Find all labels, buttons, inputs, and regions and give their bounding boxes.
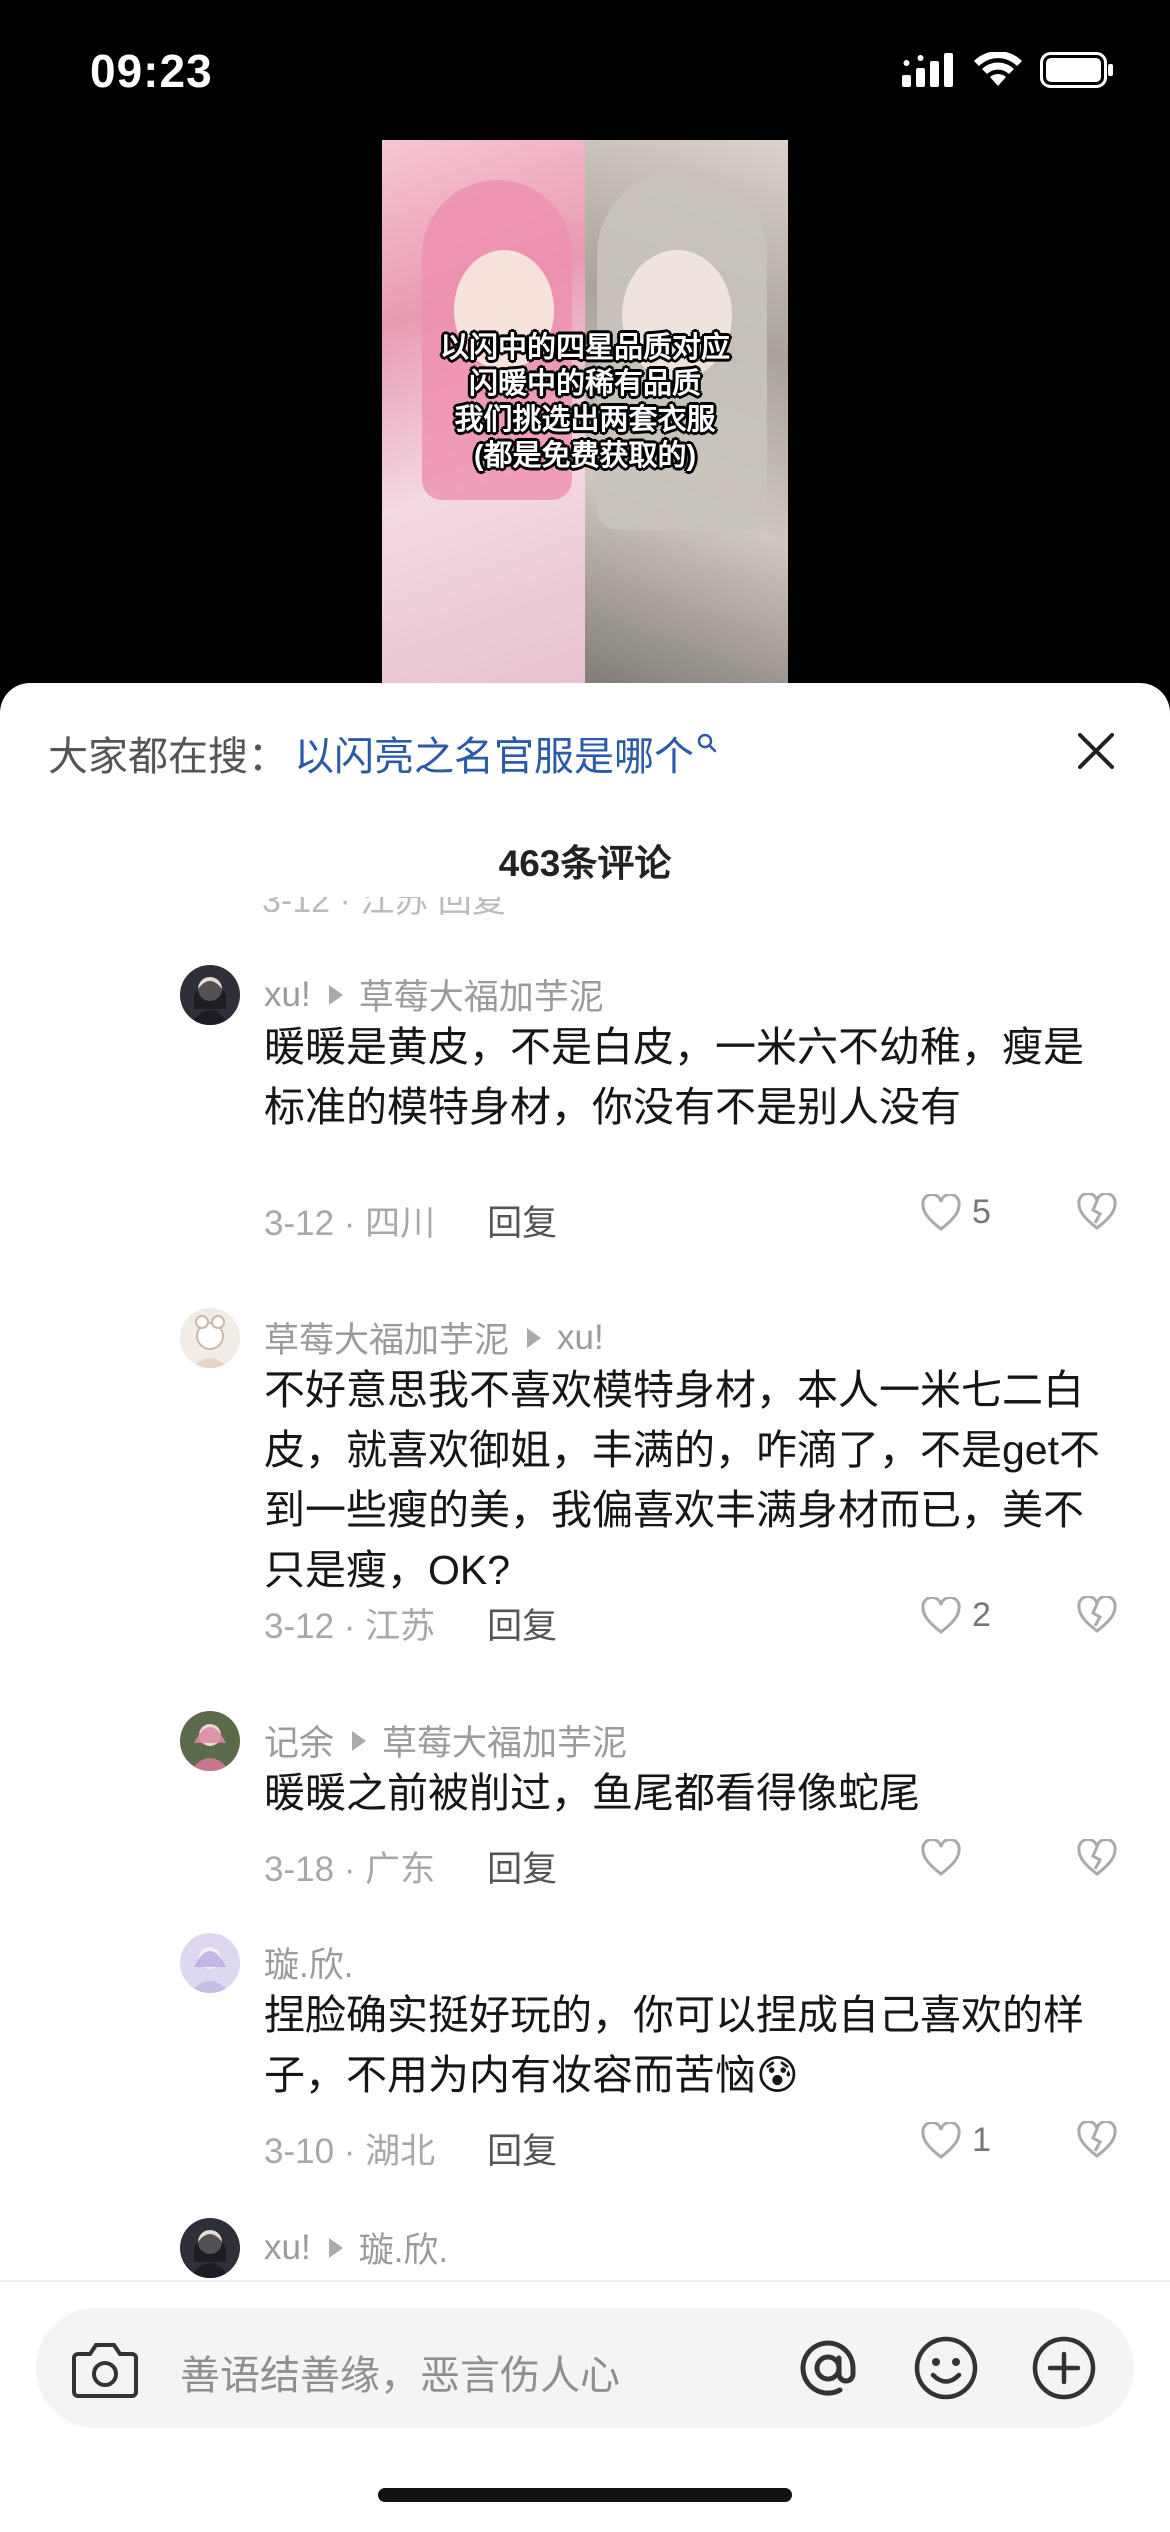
clipped-comment-meta: 3-12 · 江苏 回复 bbox=[262, 897, 1162, 921]
search-icon bbox=[697, 733, 717, 753]
comment-count-title: 463条评论 bbox=[498, 843, 672, 884]
author-name[interactable]: 记余 bbox=[264, 1715, 334, 1766]
avatar-image bbox=[180, 1308, 240, 1368]
author-line: 草莓大福加芋泥 xu! bbox=[264, 1312, 604, 1363]
comment-meta: 3-18 · 广东 回复 bbox=[264, 1841, 557, 1892]
like-button[interactable]: 2 bbox=[920, 1596, 991, 1635]
video-thumbnail[interactable]: 以闪中的四星品质对应 闪暖中的稀有品质 我们挑选出两套衣服 (都是免费获取的) bbox=[382, 140, 788, 690]
author-name[interactable]: 草莓大福加芋泥 bbox=[264, 1312, 509, 1363]
caption-line: 闪暖中的稀有品质 bbox=[468, 368, 701, 400]
battery-icon bbox=[1040, 52, 1113, 88]
comments-sheet: 大家都在搜： 以闪亮之名官服是哪个 463条评论 3-12 · 江苏 回复 xu… bbox=[0, 683, 1170, 2532]
avatar-image bbox=[180, 2218, 240, 2278]
avatar[interactable] bbox=[180, 965, 240, 1025]
comment-date-location: 3-18 · 广东 bbox=[264, 1850, 436, 1889]
trending-search[interactable]: 大家都在搜： 以闪亮之名官服是哪个 bbox=[48, 723, 718, 783]
comment-text: 不好意思我不喜欢模特身材，本人一米七二白皮，就喜欢御姐，丰满的，咋滴了，不是ge… bbox=[264, 1367, 1100, 1593]
video-caption: 以闪中的四星品质对应 闪暖中的稀有品质 我们挑选出两套衣服 (都是免费获取的) bbox=[382, 330, 788, 474]
avatar-image bbox=[180, 1711, 240, 1771]
like-count: 1 bbox=[972, 2121, 991, 2159]
author-name[interactable]: 璇.欣. bbox=[264, 1937, 353, 1988]
comment-date-location: 3-10 · 湖北 bbox=[264, 2132, 436, 2171]
status-icons bbox=[902, 52, 1114, 88]
avatar-image bbox=[180, 1933, 240, 1993]
comment-text: 暖暖是黄皮，不是白皮，一米六不幼稚，瘦是标准的模特身材，你没有不是别人没有 bbox=[264, 1024, 1084, 1130]
heart-icon bbox=[921, 2121, 961, 2159]
like-button[interactable] bbox=[920, 1839, 972, 1877]
reply-button[interactable]: 回复 bbox=[487, 1598, 557, 1649]
reply-to-name[interactable]: 草莓大福加芋泥 bbox=[359, 969, 604, 1020]
comment-meta: 3-12 · 江苏 回复 bbox=[264, 1598, 557, 1649]
broken-heart-icon[interactable] bbox=[1076, 1193, 1118, 1231]
reply-arrow-icon bbox=[328, 2237, 343, 2258]
reply-to-name[interactable]: 草莓大福加芋泥 bbox=[382, 1715, 627, 1766]
close-icon bbox=[1078, 733, 1114, 769]
like-count: 2 bbox=[972, 1596, 991, 1634]
comment-meta: 3-12 · 四川 回复 bbox=[264, 1195, 557, 1246]
reply-arrow-icon bbox=[328, 984, 343, 1005]
reply-button[interactable]: 回复 bbox=[487, 1841, 557, 1892]
comment-input[interactable]: 善语结善缘，恶言伤人心 bbox=[180, 2343, 620, 2401]
avatar[interactable] bbox=[180, 1308, 240, 1368]
avatar[interactable] bbox=[180, 2218, 240, 2278]
comment-date-location: 3-12 · 四川 bbox=[264, 1204, 436, 1243]
at-mention-icon[interactable] bbox=[794, 2334, 862, 2402]
trending-search-prefix: 大家都在搜： bbox=[48, 735, 288, 779]
author-line: xu! 草莓大福加芋泥 bbox=[264, 969, 604, 1020]
caption-line: 以闪中的四星品质对应 bbox=[439, 332, 730, 364]
input-divider bbox=[0, 2280, 1170, 2282]
clipped-meta-text: 3-12 · 江苏 回复 bbox=[262, 897, 506, 920]
status-bar: 09:23 bbox=[0, 0, 1170, 140]
comment-date-location: 3-12 · 江苏 bbox=[264, 1607, 436, 1646]
reply-button[interactable]: 回复 bbox=[487, 1195, 557, 1246]
comment-input-bar[interactable]: 善语结善缘，恶言伤人心 bbox=[36, 2308, 1134, 2428]
author-name[interactable]: xu! bbox=[264, 975, 311, 1015]
like-count: 5 bbox=[972, 1193, 991, 1231]
status-time: 09:23 bbox=[90, 45, 213, 97]
heart-icon bbox=[921, 1839, 961, 1876]
reply-arrow-icon bbox=[352, 1730, 367, 1751]
heart-icon bbox=[921, 1596, 961, 1634]
reply-to-name[interactable]: xu! bbox=[557, 1318, 604, 1358]
comment-text: 暖暖之前被削过，鱼尾都看得像蛇尾 bbox=[264, 1770, 920, 1816]
caption-line: 我们挑选出两套衣服 bbox=[454, 404, 716, 436]
home-indicator bbox=[378, 2488, 792, 2502]
like-button[interactable]: 1 bbox=[920, 2121, 991, 2160]
author-name[interactable]: xu! bbox=[264, 2228, 311, 2268]
broken-heart-icon[interactable] bbox=[1076, 2121, 1118, 2159]
caption-line: (都是免费获取的) bbox=[473, 440, 697, 472]
comment-text: 捏脸确实挺好玩的，你可以捏成自己喜欢的样子，不用为内有妆容而苦恼😰 bbox=[264, 1992, 1084, 2098]
broken-heart-icon[interactable] bbox=[1076, 1839, 1118, 1877]
camera-icon[interactable] bbox=[72, 2340, 138, 2398]
wifi-icon bbox=[974, 52, 1022, 86]
author-line: xu! 璇.欣. bbox=[264, 2222, 448, 2273]
signal-icon bbox=[902, 53, 953, 87]
avatar-image bbox=[180, 965, 240, 1025]
like-button[interactable]: 5 bbox=[920, 1193, 991, 1232]
broken-heart-icon[interactable] bbox=[1076, 1596, 1118, 1634]
emoji-icon[interactable] bbox=[912, 2334, 980, 2402]
author-line: 璇.欣. bbox=[264, 1937, 353, 1988]
reply-arrow-icon bbox=[527, 1327, 542, 1348]
plus-icon[interactable] bbox=[1030, 2334, 1098, 2402]
trending-search-query[interactable]: 以闪亮之名官服是哪个 bbox=[294, 724, 694, 782]
avatar[interactable] bbox=[180, 1933, 240, 1993]
close-button[interactable] bbox=[1066, 721, 1126, 781]
comment-meta: 3-10 · 湖北 回复 bbox=[264, 2123, 557, 2174]
heart-icon bbox=[921, 1193, 961, 1231]
reply-button[interactable]: 回复 bbox=[487, 2123, 557, 2174]
author-line: 记余 草莓大福加芋泥 bbox=[264, 1715, 627, 1766]
reply-to-name[interactable]: 璇.欣. bbox=[359, 2222, 448, 2273]
avatar[interactable] bbox=[180, 1711, 240, 1771]
